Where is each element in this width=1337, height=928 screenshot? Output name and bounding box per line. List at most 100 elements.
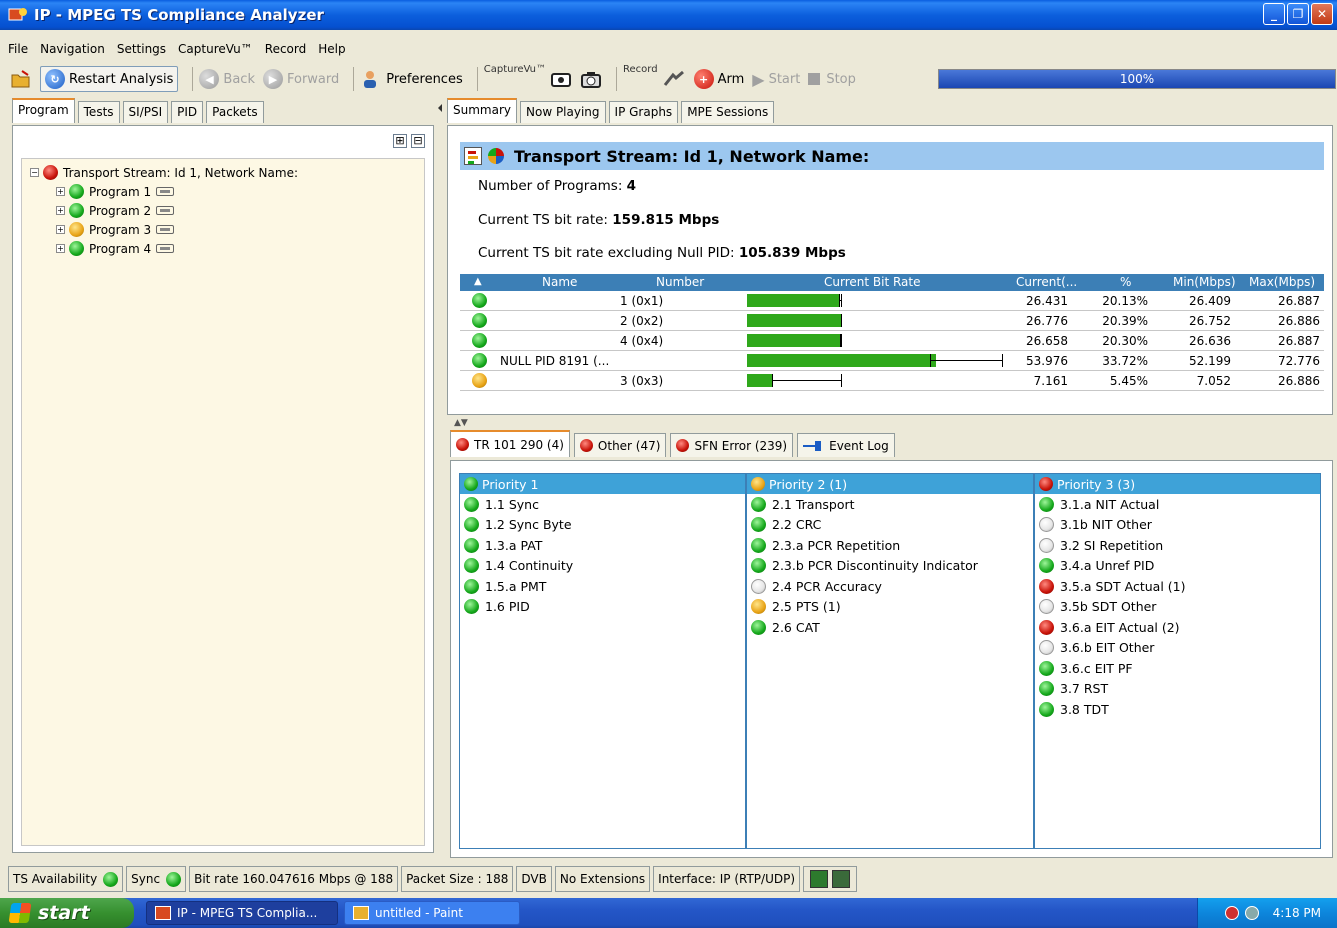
maximize-button[interactable]: ❐ — [1287, 3, 1309, 25]
tab-ip-graphs[interactable]: IP Graphs — [608, 101, 679, 123]
tab-event-log[interactable]: Event Log — [797, 433, 895, 457]
split-collapse-arrows[interactable]: ▲▼ — [454, 418, 468, 428]
tree-program-3[interactable]: + Program 3 — [56, 222, 175, 237]
col-name[interactable]: Name — [542, 275, 577, 289]
table-row[interactable]: 4 (0x4) 26.658 20.30% 26.636 26.887 — [460, 331, 1324, 351]
tab-label: SFN Error (239) — [694, 438, 788, 453]
col-number[interactable]: Number — [656, 275, 704, 289]
minimize-button[interactable]: _ — [1263, 3, 1285, 25]
list-item[interactable]: 3.1.a NIT Actual — [1035, 494, 1320, 515]
list-item[interactable]: 3.8 TDT — [1035, 699, 1320, 720]
list-item-label: 1.2 Sync Byte — [485, 517, 572, 533]
list-item[interactable]: 3.4.a Unref PID — [1035, 556, 1320, 577]
start-record-button[interactable]: ▶ Start — [752, 70, 800, 89]
expand-icon[interactable]: + — [56, 187, 65, 196]
list-item[interactable]: 2.6 CAT — [747, 617, 1033, 638]
menu-record[interactable]: Record — [265, 42, 306, 56]
tab-packets[interactable]: Packets — [206, 101, 264, 123]
col-percent[interactable]: % — [1120, 275, 1131, 289]
tree-program-1[interactable]: + Program 1 — [56, 184, 175, 199]
priority-header[interactable]: Priority 1 — [460, 474, 745, 494]
record-group-label: Record — [623, 64, 658, 75]
list-item[interactable]: 1.3.a PAT — [460, 535, 745, 556]
taskbar-item-analyzer[interactable]: IP - MPEG TS Complia... — [146, 901, 338, 925]
list-item[interactable]: 3.5.a SDT Actual (1) — [1035, 576, 1320, 597]
expand-icon[interactable]: + — [56, 206, 65, 215]
list-item[interactable]: 1.4 Continuity — [460, 556, 745, 577]
stop-record-button[interactable]: Stop — [808, 72, 856, 87]
expand-icon[interactable]: + — [56, 225, 65, 234]
list-item[interactable]: 3.1b NIT Other — [1035, 515, 1320, 536]
panel-splitter[interactable] — [437, 100, 443, 860]
table-row[interactable]: NULL PID 8191 (... 53.976 33.72% 52.199 72.7… — [460, 351, 1324, 371]
capture-status-icon[interactable] — [832, 870, 851, 888]
network-icon[interactable] — [1244, 906, 1259, 920]
bitrate-bar — [747, 354, 936, 367]
security-icon[interactable] — [1224, 906, 1239, 920]
record-settings-button[interactable] — [662, 69, 686, 89]
list-item[interactable]: 1.1 Sync — [460, 494, 745, 515]
list-item[interactable]: 2.3.a PCR Repetition — [747, 535, 1033, 556]
col-min-mbps[interactable]: Min(Mbps) — [1173, 275, 1236, 289]
open-file-button[interactable] — [10, 69, 32, 89]
tab-program[interactable]: Program — [12, 98, 75, 123]
list-item[interactable]: 1.5.a PMT — [460, 576, 745, 597]
tab-summary[interactable]: Summary — [447, 98, 517, 123]
sort-indicator[interactable]: ▲ — [474, 276, 482, 287]
collapse-icon[interactable]: − — [30, 168, 39, 177]
expand-icon[interactable]: + — [56, 244, 65, 253]
preferences-button[interactable]: Preferences — [360, 69, 463, 89]
col-current-mbps[interactable]: Current(... — [1016, 275, 1077, 289]
menu-help[interactable]: Help — [318, 42, 345, 56]
list-item[interactable]: 3.2 SI Repetition — [1035, 535, 1320, 556]
forward-button[interactable]: ▶ Forward — [262, 69, 339, 89]
menu-capturevu[interactable]: CaptureVu™ — [178, 42, 253, 56]
list-item[interactable]: 3.6.a EIT Actual (2) — [1035, 617, 1320, 638]
collapse-all-button[interactable]: ⊟ — [411, 134, 425, 148]
percent: 20.39% — [1102, 314, 1148, 328]
restart-analysis-button[interactable]: ↻ Restart Analysis — [40, 66, 179, 92]
menu-navigation[interactable]: Navigation — [40, 42, 105, 56]
arm-button[interactable]: + Arm — [693, 69, 744, 89]
list-item[interactable]: 3.5b SDT Other — [1035, 597, 1320, 618]
priority-header[interactable]: Priority 2 (1) — [747, 474, 1033, 494]
list-item[interactable]: 2.3.b PCR Discontinuity Indicator — [747, 556, 1033, 577]
menu-file[interactable]: File — [8, 42, 28, 56]
tab-mpe-sessions[interactable]: MPE Sessions — [681, 101, 775, 123]
columns-icon[interactable] — [810, 870, 829, 888]
tab-sfn-error[interactable]: SFN Error (239) — [670, 433, 794, 457]
list-item[interactable]: 1.6 PID — [460, 597, 745, 618]
tree-program-4[interactable]: + Program 4 — [56, 241, 175, 256]
list-item[interactable]: 3.7 RST — [1035, 679, 1320, 700]
expand-all-button[interactable]: ⊞ — [393, 134, 407, 148]
tab-tests[interactable]: Tests — [77, 101, 120, 123]
tab-si-psi[interactable]: SI/PSI — [122, 101, 169, 123]
col-max-mbps[interactable]: Max(Mbps) — [1249, 275, 1315, 289]
list-item[interactable]: 2.5 PTS (1) — [747, 597, 1033, 618]
tab-now-playing[interactable]: Now Playing — [520, 101, 606, 123]
close-button[interactable]: ✕ — [1311, 3, 1333, 25]
tab-tr101290[interactable]: TR 101 290 (4) — [450, 430, 570, 457]
tree-root-transport-stream[interactable]: − Transport Stream: Id 1, Network Name: — [30, 165, 298, 180]
list-item[interactable]: 2.2 CRC — [747, 515, 1033, 536]
taskbar-item-paint[interactable]: untitled - Paint — [344, 901, 520, 925]
table-row[interactable]: 1 (0x1) 26.431 20.13% 26.409 26.887 — [460, 291, 1324, 311]
capturevu-snapshot-button[interactable] — [580, 69, 602, 89]
start-button[interactable]: start — [0, 898, 134, 928]
priority-header[interactable]: Priority 3 (3) — [1035, 474, 1320, 494]
menu-settings[interactable]: Settings — [117, 42, 166, 56]
tree-program-2[interactable]: + Program 2 — [56, 203, 175, 218]
table-row[interactable]: 2 (0x2) 26.776 20.39% 26.752 26.886 — [460, 311, 1324, 331]
list-item[interactable]: 2.1 Transport — [747, 494, 1033, 515]
table-row[interactable]: 3 (0x3) 7.161 5.45% 7.052 26.886 — [460, 371, 1324, 391]
col-current-bit-rate[interactable]: Current Bit Rate — [824, 275, 921, 289]
tab-other[interactable]: Other (47) — [573, 433, 667, 457]
back-button[interactable]: ◀ Back — [199, 69, 255, 89]
list-item[interactable]: 1.2 Sync Byte — [460, 515, 745, 536]
window-title-bar[interactable]: IP - MPEG TS Compliance Analyzer _ ❐ ✕ — [0, 0, 1337, 30]
list-item[interactable]: 2.4 PCR Accuracy — [747, 576, 1033, 597]
tab-pid[interactable]: PID — [171, 101, 204, 123]
list-item[interactable]: 3.6.b EIT Other — [1035, 638, 1320, 659]
list-item[interactable]: 3.6.c EIT PF — [1035, 658, 1320, 679]
capturevu-record-button[interactable] — [550, 69, 572, 89]
